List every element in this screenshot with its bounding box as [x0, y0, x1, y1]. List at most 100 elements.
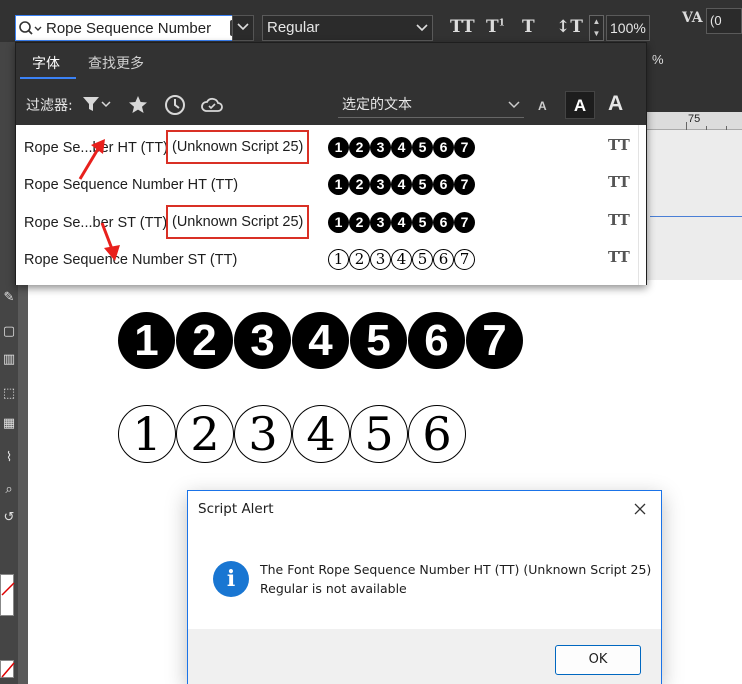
font-sample-preview: 1234567	[328, 249, 475, 271]
search-icon[interactable]	[18, 20, 44, 38]
eyedropper-tool-icon[interactable]: ⌇	[0, 446, 18, 468]
zoom-stepper[interactable]: ▲ ▼	[589, 15, 604, 41]
sample-digit: 5	[412, 174, 433, 195]
stroke-swatch[interactable]	[0, 660, 15, 678]
sample-digit: 7	[454, 174, 475, 195]
canvas-ring-numbers: 123456	[118, 405, 466, 463]
chevron-down-icon	[508, 94, 520, 124]
font-list-item[interactable]: Rope Se...ber HT (TT) (Unknown Script 25)…	[16, 128, 638, 165]
preview-size-small-button[interactable]: A	[538, 99, 547, 113]
font-sample-preview: 1234567	[328, 174, 475, 196]
show-preview-value: 选定的文本	[342, 97, 412, 113]
fill-swatch[interactable]	[0, 574, 15, 616]
horizontal-ruler: 75	[646, 112, 742, 130]
font-search-value: Rope Sequence Number	[46, 20, 212, 37]
canvas-ring-digit: 6	[408, 405, 466, 463]
font-sample-preview: 1234567	[328, 137, 475, 159]
tab-find-more[interactable]: 查找更多	[88, 53, 144, 73]
canvas-filled-digit: 3	[234, 312, 291, 369]
ruler-label: 75	[688, 113, 701, 125]
sample-digit: 3	[370, 212, 391, 233]
sample-digit: 1	[328, 137, 349, 158]
sample-digit: 4	[391, 174, 412, 195]
control-bar-overflow: %	[646, 42, 742, 112]
dialog-title-bar: Script Alert	[188, 491, 661, 527]
superscript-icon[interactable]: T1	[486, 17, 505, 37]
sample-digit: 3	[370, 137, 391, 158]
rectangle-tool-icon[interactable]: ▢	[0, 320, 18, 342]
font-list-scrollbar[interactable]	[638, 125, 646, 285]
canvas-filled-digit: 6	[408, 312, 465, 369]
canvas-filled-digit: 2	[176, 312, 233, 369]
sample-digit: 1	[328, 249, 349, 270]
canvas-filled-digit: 7	[466, 312, 523, 369]
sample-digit: 5	[412, 212, 433, 233]
sample-digit: 6	[433, 174, 454, 195]
sample-digit: 4	[391, 249, 412, 270]
info-icon: i	[213, 561, 249, 597]
truetype-icon: TT	[608, 136, 630, 154]
script-alert-dialog: Script Alert i The Font Rope Sequence Nu…	[187, 490, 662, 684]
canvas-pasteboard	[646, 130, 742, 280]
annotation-arrow-icon	[78, 139, 105, 180]
ruler-tick	[686, 122, 687, 130]
kerning-icon: VA	[682, 10, 703, 26]
zoom-tool-icon[interactable]: ⌕	[0, 478, 18, 500]
kerning-field[interactable]: (0	[706, 8, 742, 34]
sample-digit: 3	[370, 174, 391, 195]
dialog-footer: OK	[188, 629, 661, 684]
font-list-item[interactable]: Rope Sequence Number HT (TT) 1 2 3 4 5 6 7 TT	[16, 165, 638, 202]
font-style-value: Regular	[267, 19, 320, 36]
canvas-ring-digit: 5	[350, 405, 408, 463]
font-name: Rope Sequence Number ST (TT)	[24, 252, 238, 268]
sample-digit: 5	[412, 249, 433, 270]
canvas-ring-digit: 4	[292, 405, 350, 463]
annotation-arrow-icon	[100, 222, 120, 261]
sample-digit: 2	[349, 137, 370, 158]
show-preview-select[interactable]: 选定的文本	[338, 94, 524, 118]
font-dropdown-toggle[interactable]	[232, 15, 254, 41]
sample-digit: 1	[328, 174, 349, 195]
guide-line	[650, 216, 742, 217]
tab-fonts[interactable]: 字体	[32, 53, 60, 73]
sample-digit: 4	[391, 137, 412, 158]
font-sample-preview: 1234567	[328, 212, 475, 234]
pencil-tool-icon[interactable]: ✎	[0, 286, 18, 308]
star-icon[interactable]	[128, 95, 148, 120]
sample-digit: 1	[328, 212, 349, 233]
canvas-filled-digit: 5	[350, 312, 407, 369]
sample-digit: 2	[349, 249, 370, 270]
leading-icon[interactable]: ↕T	[556, 17, 583, 37]
canvas-ring-digit: 1	[118, 405, 176, 463]
dialog-title: Script Alert	[198, 501, 274, 517]
filter-label: 过滤器:	[26, 98, 73, 114]
table-tool-icon[interactable]: ▥	[0, 348, 18, 370]
frame-tool-icon[interactable]: ⬚	[0, 382, 18, 404]
ok-button[interactable]: OK	[555, 645, 641, 675]
preview-size-medium-button[interactable]: A	[565, 91, 595, 119]
font-style-select[interactable]: Regular	[262, 15, 433, 41]
dialog-message-line1: The Font Rope Sequence Number HT (TT) (U…	[260, 562, 652, 577]
cloud-sync-icon[interactable]	[200, 95, 224, 120]
sample-digit: 2	[349, 212, 370, 233]
zoom-field[interactable]: 100%	[606, 15, 650, 41]
canvas-filled-numbers: 1234567	[118, 312, 523, 369]
sample-digit: 6	[433, 249, 454, 270]
recent-icon[interactable]	[164, 94, 186, 121]
swap-colors-icon[interactable]: ↺	[0, 506, 18, 528]
font-search-input[interactable]: Rope Sequence Number ✕	[15, 15, 253, 41]
all-caps-icon[interactable]: TT	[450, 17, 475, 37]
sample-digit: 7	[454, 212, 475, 233]
filter-icon[interactable]	[82, 95, 112, 118]
close-icon[interactable]	[629, 499, 651, 519]
preview-size-large-button[interactable]: A	[608, 92, 623, 116]
active-tab-indicator	[20, 77, 76, 79]
gradient-tool-icon[interactable]: ▦	[0, 412, 18, 434]
sample-digit: 4	[391, 212, 412, 233]
sample-digit: 6	[433, 137, 454, 158]
underline-icon[interactable]: T	[522, 17, 535, 37]
control-bar-fragment: %	[652, 52, 664, 67]
script-highlight-box: (Unknown Script 25)	[166, 205, 310, 239]
truetype-icon: TT	[608, 211, 630, 229]
script-highlight-box: (Unknown Script 25)	[166, 130, 310, 164]
